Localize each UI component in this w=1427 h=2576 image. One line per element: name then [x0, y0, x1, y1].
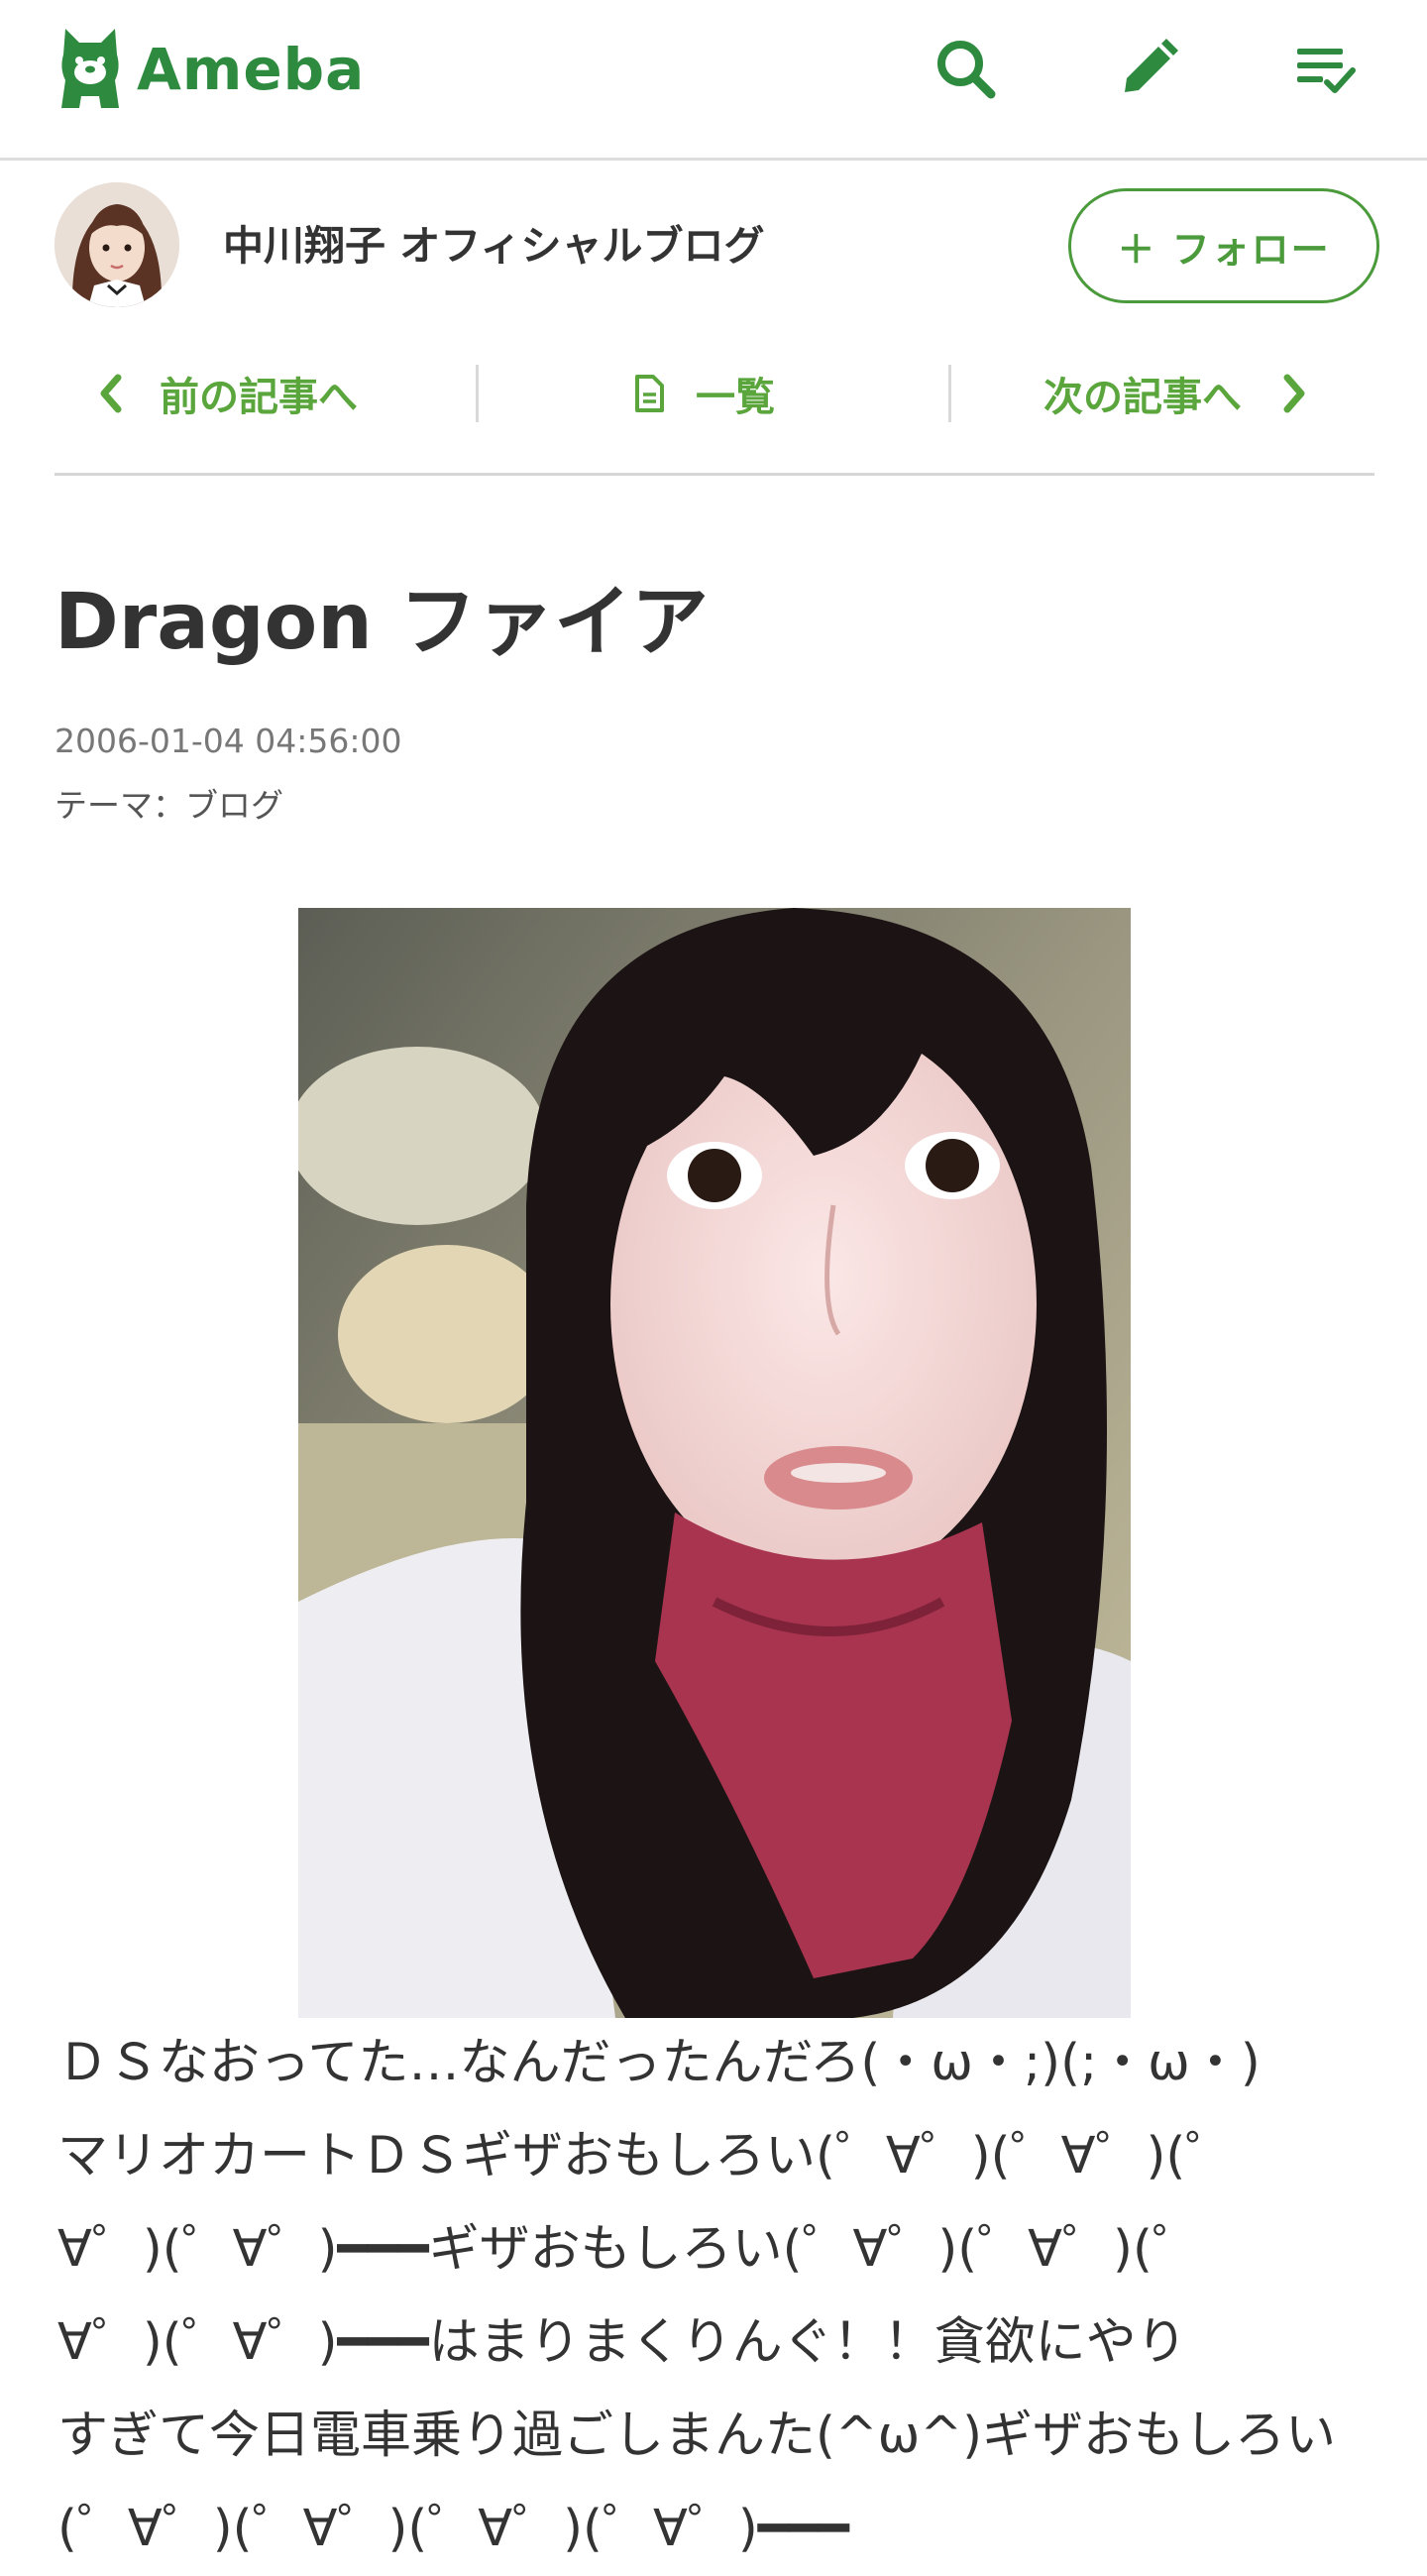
article-list-link[interactable]: 一覧	[632, 359, 775, 428]
document-icon	[635, 375, 664, 412]
search-icon	[937, 41, 996, 99]
article-navigation: 前の記事へ 一覧 次の記事へ	[55, 329, 1374, 476]
search-button[interactable]	[927, 30, 1006, 109]
ameba-mascot-icon	[61, 29, 119, 108]
entry-body: ＤＳなおってた…なんだったんだろ(・ω・;)(;・ω・) マリオカートＤＳギザお…	[57, 2017, 1385, 2576]
portrait-photo	[298, 908, 1131, 2018]
entry-body-line: ∀゜)(゜∀゜)━━━はまりまくりんぐ！！貪欲にやり	[57, 2313, 1187, 2372]
reading-list-button[interactable]	[1286, 30, 1366, 109]
app-header: Ameba	[0, 0, 1427, 161]
write-post-button[interactable]	[1108, 30, 1187, 109]
entry-body-line: ∀゜)(゜∀゜)━━━ギザおもしろい(゜∀゜)(゜∀゜)(゜	[57, 2220, 1203, 2279]
entry-date: 2006-01-04 04:56:00	[55, 722, 402, 760]
entry-body-line: (゜∀゜)(゜∀゜)(゜∀゜)(゜∀゜)━━━	[57, 2500, 849, 2558]
chevron-right-icon	[1283, 374, 1305, 413]
previous-article-label: 前の記事へ	[160, 375, 358, 420]
chevron-left-icon	[100, 374, 122, 413]
blog-info-bar: 中川翔子 オフィシャルブログ ＋ フォロー	[0, 161, 1427, 329]
entry-photo[interactable]	[298, 908, 1131, 2018]
avatar-image	[55, 182, 179, 307]
next-article-link[interactable]: 次の記事へ	[1043, 359, 1311, 428]
next-article-label: 次の記事へ	[1043, 375, 1242, 420]
blog-title[interactable]: 中川翔子 オフィシャルブログ	[223, 212, 764, 272]
ameba-logo[interactable]: Ameba	[55, 24, 365, 115]
entry-title: Dragon ファイア	[55, 578, 709, 667]
entry-body-line: マリオカートＤＳギザおもしろい(゜∀゜)(゜∀゜)(゜	[57, 2127, 1237, 2185]
previous-article-link[interactable]: 前の記事へ	[94, 359, 358, 428]
pencil-icon	[1125, 39, 1178, 92]
entry-body-line: すぎて今日電車乗り過ごしまんた(^ω^)ギザおもしろい	[57, 2407, 1336, 2465]
follow-button[interactable]: ＋ フォロー	[1068, 188, 1379, 303]
entry-body-line: ＤＳなおってた…なんだったんだろ(・ω・;)(;・ω・)	[57, 2034, 1261, 2092]
checklist-icon	[1297, 49, 1356, 93]
logo-text: Ameba	[137, 36, 366, 103]
nav-divider	[476, 365, 479, 422]
article-list-label: 一覧	[696, 375, 775, 420]
nav-divider	[948, 365, 951, 422]
entry-theme-link[interactable]: テーマ：ブログ	[55, 779, 283, 827]
blog-avatar[interactable]	[55, 182, 179, 307]
